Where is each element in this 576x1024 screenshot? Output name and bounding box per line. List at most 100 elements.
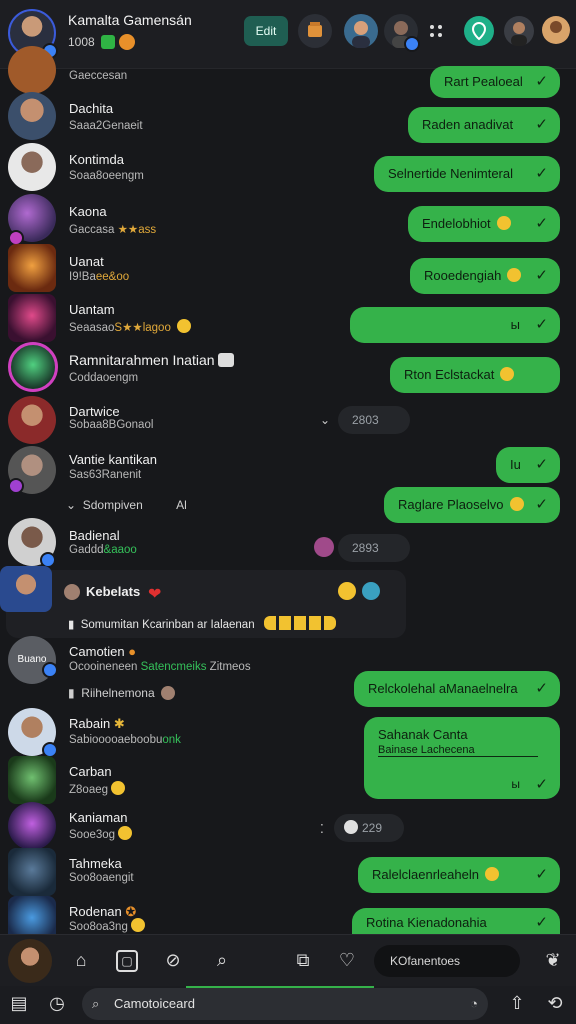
read-check-icon: ✓ [535, 456, 548, 473]
chat-preview: Ocooineneen Satencmeiks Zitmeos [69, 661, 251, 673]
chat-preview: Soaa8oeengm [69, 170, 144, 182]
message-bubble[interactable]: Rotina Kienadonahia ✓ [352, 908, 560, 934]
chat-row[interactable]: Badienal Gaddd&aaoo [0, 518, 576, 568]
shop-icon[interactable] [298, 14, 332, 48]
status-field[interactable]: KOfanentoes [374, 945, 520, 977]
contact-name: Dartwice [69, 404, 120, 419]
message-bubble[interactable]: Iu ✓ [496, 447, 560, 483]
mini-avatar [64, 584, 80, 600]
message-bubble[interactable]: Raden anadivat ✓ [408, 107, 560, 143]
expanded-chat-card[interactable]: Kebelats ❤ ▮ Somumitan Kcarinban ar Iala… [0, 566, 406, 638]
app-header: Kamalta Gamensán 1008 Edit [0, 0, 576, 69]
location-icon[interactable] [464, 16, 494, 46]
contact-avatar [8, 802, 56, 850]
chat-row[interactable]: Dartwice Sobaa8BGonaol [0, 396, 576, 446]
chat-preview: ▮ Somumitan Kcarinban ar Ialaenan [68, 616, 336, 631]
contact-avatar [8, 342, 58, 392]
friend-badge [404, 36, 420, 52]
read-check-icon: ✓ [535, 316, 548, 333]
contact-avatar [8, 143, 56, 191]
online-badge [42, 662, 58, 678]
contact-name: Badienal [69, 528, 120, 543]
contact-name: Ramnitarahmen Inatian [69, 352, 235, 368]
my-avatar[interactable] [8, 939, 52, 983]
emoji-row-icon [263, 616, 336, 630]
message-bubble[interactable]: Selnertide Nenimteral ✓ [374, 156, 560, 192]
read-check-icon: ✓ [535, 165, 548, 182]
chat-row[interactable]: Kaniaman Sooe3og [0, 802, 576, 850]
mini-avatar [314, 537, 334, 557]
contact-avatar [8, 396, 56, 444]
bottom-searchbar: ▤ ◷ ⌕ Camotoiceard ◔ ⇧ ⟲ [0, 986, 576, 1024]
emoji-icon [500, 367, 515, 381]
timestamp-pill: 2893 [338, 534, 410, 562]
friend-avatar-4[interactable] [542, 16, 570, 44]
globe-icon [362, 582, 380, 600]
share-icon[interactable]: ⇧ [506, 992, 528, 1014]
sync-icon[interactable]: ⟲ [544, 992, 566, 1014]
chat-preview: Soo8oaengit [69, 872, 134, 884]
timestamp-pill: 2803 [338, 406, 410, 434]
chat-row[interactable]: Vantie kantikan Sas63Ranenit [0, 446, 576, 494]
chat-preview: Gaccasa ★★ass [69, 224, 157, 236]
contact-avatar [8, 756, 56, 804]
edit-button[interactable]: Edit [244, 16, 288, 46]
message-bubble[interactable]: Endelobhiot ✓ [408, 206, 560, 242]
bookmark-icon[interactable]: ⊘ [162, 949, 184, 971]
home-icon[interactable]: ⌂ [70, 949, 92, 971]
search-icon[interactable]: ⌕ [208, 949, 236, 971]
message-bubble[interactable]: Ralelclaenrleaheln ✓ [358, 857, 560, 893]
chat-preview: Gaddd&aaoo [69, 544, 137, 556]
emoji-icon [496, 216, 511, 230]
gallery-icon[interactable]: ⧉ [292, 949, 314, 971]
heart-icon: ❤ [148, 586, 162, 603]
game-badge [8, 478, 24, 494]
emoji-icon [338, 582, 356, 600]
contact-name: Tahmeka [69, 856, 122, 871]
read-check-icon: ✓ [535, 866, 548, 883]
contact-name: Vantie kantikan [69, 452, 157, 467]
contact-name: Kaniaman [69, 810, 128, 825]
sort-icon[interactable]: ⁚ [320, 822, 324, 836]
contact-name: Kaona [69, 204, 107, 219]
contact-name: Dachita [69, 101, 114, 116]
chat-row[interactable]: Carban Z8oaeg [0, 756, 576, 804]
heart-outline-icon[interactable]: ♡ [336, 949, 358, 971]
sub-note: ▮ Riihelnemona [68, 686, 176, 700]
chat-icon[interactable]: ▢ [116, 950, 138, 972]
contact-name: Rabain ✱ [69, 716, 125, 731]
sidebar-toggle-icon[interactable]: ▤ [8, 992, 30, 1014]
search-input[interactable]: ⌕ Camotoiceard ◔ [82, 988, 488, 1020]
search-icon: ⌕ [92, 996, 100, 1011]
chat-preview: Saaa2Genaeit [69, 120, 143, 132]
chat-preview: Sabiooooaeboobuonk [69, 734, 181, 746]
chat-preview: Sas63Ranenit [69, 469, 142, 481]
message-bubble[interactable]: Rooedengiah ✓ [410, 258, 560, 294]
coin-icon [118, 34, 135, 50]
clock-icon[interactable]: ◷ [46, 992, 68, 1014]
timestamp-pill: 229 [334, 814, 404, 842]
chat-preview: Gaeccesan [69, 70, 128, 82]
read-check-icon: ✓ [535, 215, 548, 232]
status-icon [100, 35, 115, 49]
message-bubble[interactable]: Relckolehal aManaelnelra ✓ [354, 671, 560, 707]
contact-name: Kontimda [69, 152, 124, 167]
profile-count: 1008 [68, 35, 95, 49]
message-bubble[interactable]: Rton Eclstackat [390, 357, 560, 393]
chat-preview: Z8oaeg [69, 781, 126, 796]
message-bubble[interactable]: ы ✓ [350, 307, 560, 343]
contact-avatar [8, 46, 56, 94]
emoji-icon [507, 268, 522, 282]
grid-menu-icon[interactable] [430, 25, 444, 39]
friend-avatar-1[interactable] [344, 14, 378, 48]
contact-name: Camotien ● [69, 644, 137, 659]
selection-note[interactable]: ⌄ Sdompiven Al [66, 498, 187, 512]
emoji-icon [176, 319, 191, 333]
contact-name: Uanat [69, 254, 104, 269]
profile-name: Kamalta Gamensán [68, 12, 192, 28]
contact-avatar [0, 566, 52, 612]
chat-preview: SeaasaoS★★lagoo [69, 319, 191, 334]
leaf-icon[interactable]: ❦ [542, 949, 564, 971]
friend-avatar-3[interactable] [504, 16, 534, 46]
chevron-down-icon[interactable]: ⌄ [320, 413, 330, 427]
